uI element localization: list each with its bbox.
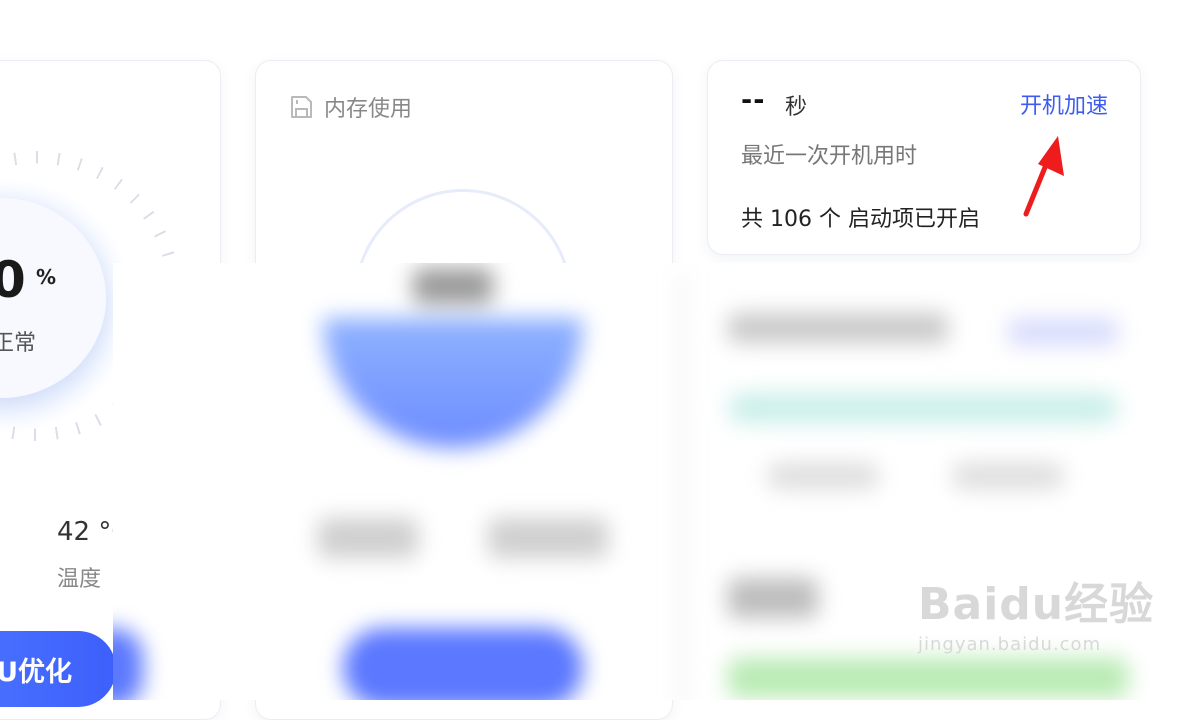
cpu-status: 正常 (0, 331, 37, 356)
memory-header: 内存使用 (288, 91, 412, 123)
save-disk-icon (291, 96, 312, 118)
cpu-temperature-label: 温度 (57, 567, 102, 592)
boot-card: -- 秒 最近一次开机用时 共 106 个 启动项已开启 开机加速 (707, 60, 1141, 255)
watermark-logo: Baidu经验 (918, 579, 1155, 630)
cpu-optimize-button[interactable]: U优化 (0, 631, 116, 707)
boot-time-value: -- (741, 85, 766, 116)
boot-time-description: 最近一次开机用时 (741, 144, 918, 169)
memory-title: 内存使用 (324, 97, 413, 122)
startup-items-count: 共 106 个 启动项已开启 (741, 207, 980, 232)
cpu-optimize-label: U优化 (0, 656, 72, 688)
red-arrow-annotation-icon (1023, 136, 1064, 217)
cpu-usage-value: 0 (0, 251, 26, 309)
baidu-watermark: Baidu经验 jingyan.baidu.com (918, 568, 1154, 655)
watermark-url: jingyan.baidu.com (918, 634, 1102, 655)
cpu-usage-unit: % (36, 265, 57, 289)
boot-accelerate-link[interactable]: 开机加速 (1020, 88, 1108, 120)
boot-time-unit: 秒 (785, 95, 808, 120)
